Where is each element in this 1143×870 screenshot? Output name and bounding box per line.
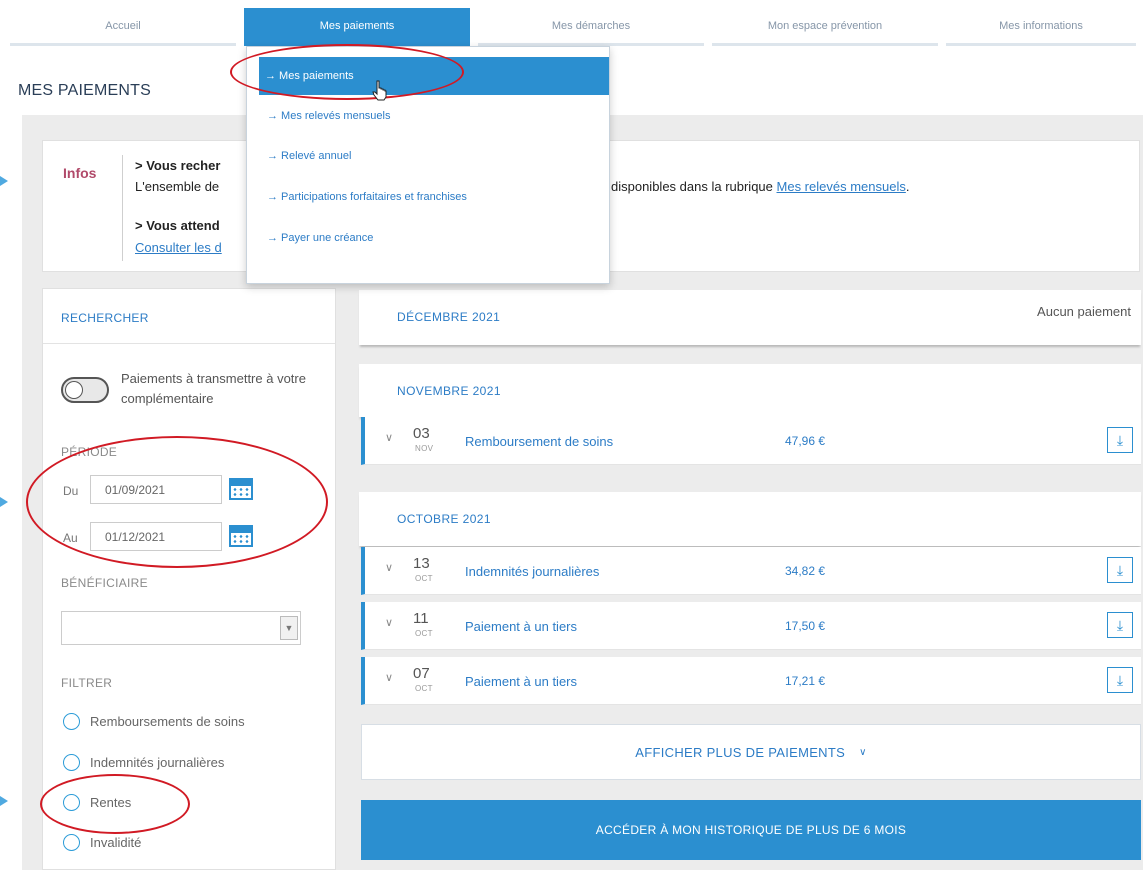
link-mes-releves-mensuels[interactable]: Mes relevés mensuels (777, 179, 906, 194)
payment-row[interactable]: ∨ 07 OCT Paiement à un tiers 17,21 € ⤓ (361, 657, 1141, 705)
menu-item-payer-une-creance[interactable]: → Payer une créance (261, 219, 609, 257)
payment-row[interactable]: ∨ 03 NOV Remboursement de soins 47,96 € … (361, 417, 1141, 465)
payment-description: Paiement à un tiers (465, 674, 578, 689)
infos-line3: > Vous attend (135, 218, 220, 233)
page-title: MES PAIEMENTS (18, 82, 151, 99)
chevron-down-icon[interactable]: ∨ (385, 431, 393, 444)
payment-day: 13 (413, 555, 430, 572)
payment-day: 07 (413, 665, 430, 682)
du-label: Du (63, 484, 79, 498)
menu-item-releve-annuel[interactable]: → Relevé annuel (261, 137, 609, 175)
payment-amount: 34,82 € (785, 564, 826, 578)
radio-icon (63, 834, 80, 851)
tab-mon-espace-prevention[interactable]: Mon espace prévention (712, 8, 938, 46)
payment-description: Indemnités journalières (465, 564, 600, 579)
filtrer-label: FILTRER (61, 676, 113, 690)
menu-item-participations-forfaitaires[interactable]: → Participations forfaitaires et franchi… (261, 178, 609, 216)
infos-separator (122, 155, 123, 261)
history-button[interactable]: ACCÉDER À MON HISTORIQUE DE PLUS DE 6 MO… (361, 800, 1141, 860)
pointer-arrow-icon (0, 497, 8, 507)
toggle-knob (65, 381, 83, 399)
filter-remboursements[interactable]: Remboursements de soins (63, 713, 245, 730)
link-consulter[interactable]: Consulter les d (135, 240, 222, 255)
tab-mes-informations[interactable]: Mes informations (946, 8, 1136, 46)
toggle-label: Paiements à transmettre à votre compléme… (121, 371, 306, 406)
pointer-arrow-icon (0, 796, 8, 806)
download-icon[interactable]: ⤓ (1107, 612, 1133, 638)
chevron-down-icon[interactable]: ∨ (385, 671, 393, 684)
du-date-input[interactable] (90, 475, 222, 504)
payment-description: Paiement à un tiers (465, 619, 578, 634)
month-title: OCTOBRE 2021 (397, 512, 491, 526)
filter-indemnites[interactable]: Indemnités journalières (63, 754, 224, 771)
payment-month: NOV (415, 444, 434, 453)
search-panel: RECHERCHER Paiements à transmettre à vot… (42, 288, 336, 870)
month-title: DÉCEMBRE 2021 (397, 310, 501, 324)
infos-label: Infos (63, 165, 97, 181)
payment-month: OCT (415, 574, 433, 583)
au-label: Au (63, 531, 78, 545)
radio-icon (63, 794, 80, 811)
show-more-label: AFFICHER PLUS DE PAIEMENTS (635, 744, 846, 760)
radio-icon (63, 713, 80, 730)
month-november: NOVEMBRE 2021 (359, 364, 1141, 417)
history-label: ACCÉDER À MON HISTORIQUE DE PLUS DE 6 MO… (595, 823, 907, 837)
infos-line2-end: disponibles dans la rubrique Mes relevés… (611, 179, 910, 194)
month-december: DÉCEMBRE 2021 Aucun paiement (359, 290, 1141, 345)
pointer-arrow-icon (0, 176, 8, 186)
tab-mes-demarches[interactable]: Mes démarches (478, 8, 704, 46)
radio-icon (63, 754, 80, 771)
menu-item-mes-paiements[interactable]: → Mes paiements (259, 57, 609, 95)
infos-line2-start: L'ensemble de (135, 179, 220, 194)
payment-row[interactable]: ∨ 13 OCT Indemnités journalières 34,82 €… (361, 547, 1141, 595)
payment-amount: 47,96 € (785, 434, 826, 448)
au-calendar-icon[interactable] (229, 525, 253, 547)
divider (43, 343, 335, 344)
beneficiaire-label: BÉNÉFICIAIRE (61, 576, 148, 590)
infos-line4: Consulter les d (135, 240, 222, 255)
hand-cursor-icon (372, 80, 387, 101)
payment-day: 03 (413, 425, 430, 442)
download-icon[interactable]: ⤓ (1107, 667, 1133, 693)
payment-month: OCT (415, 684, 433, 693)
periode-label: PÉRIODE (61, 445, 118, 459)
menu-item-mes-releves-mensuels[interactable]: → Mes relevés mensuels (261, 97, 609, 135)
du-calendar-icon[interactable] (229, 478, 253, 500)
chevron-down-icon[interactable]: ∨ (385, 561, 393, 574)
show-more-payments-button[interactable]: AFFICHER PLUS DE PAIEMENTS ∨ (361, 724, 1141, 780)
search-title: RECHERCHER (61, 311, 149, 325)
download-icon[interactable]: ⤓ (1107, 557, 1133, 583)
payment-day: 11 (413, 610, 429, 627)
download-icon[interactable]: ⤓ (1107, 427, 1133, 453)
chevron-down-icon[interactable]: ∨ (385, 616, 393, 629)
au-date-input[interactable] (90, 522, 222, 551)
payment-description: Remboursement de soins (465, 434, 614, 449)
no-payment-text: Aucun paiement (1037, 304, 1131, 319)
filter-invalidite[interactable]: Invalidité (63, 834, 141, 851)
month-title: NOVEMBRE 2021 (397, 384, 501, 398)
complementaire-toggle[interactable] (61, 377, 109, 403)
mes-paiements-dropdown: → Mes paiements → Mes relevés mensuels →… (246, 46, 610, 284)
top-navigation: Accueil Mes paiements Mes démarches Mon … (10, 8, 1143, 46)
tab-mes-paiements[interactable]: Mes paiements (244, 8, 470, 46)
chevron-down-icon: ∨ (859, 746, 867, 758)
infos-line1: > Vous recher (135, 158, 221, 173)
filter-rentes[interactable]: Rentes (63, 794, 131, 811)
payment-row[interactable]: ∨ 11 OCT Paiement à un tiers 17,50 € ⤓ (361, 602, 1141, 650)
tab-accueil[interactable]: Accueil (10, 8, 236, 46)
month-october: OCTOBRE 2021 (359, 492, 1141, 546)
payment-amount: 17,50 € (785, 619, 826, 633)
chevron-down-icon: ▼ (280, 616, 298, 640)
payment-amount: 17,21 € (785, 674, 826, 688)
payment-month: OCT (415, 629, 433, 638)
beneficiaire-select[interactable]: ▼ (61, 611, 301, 645)
